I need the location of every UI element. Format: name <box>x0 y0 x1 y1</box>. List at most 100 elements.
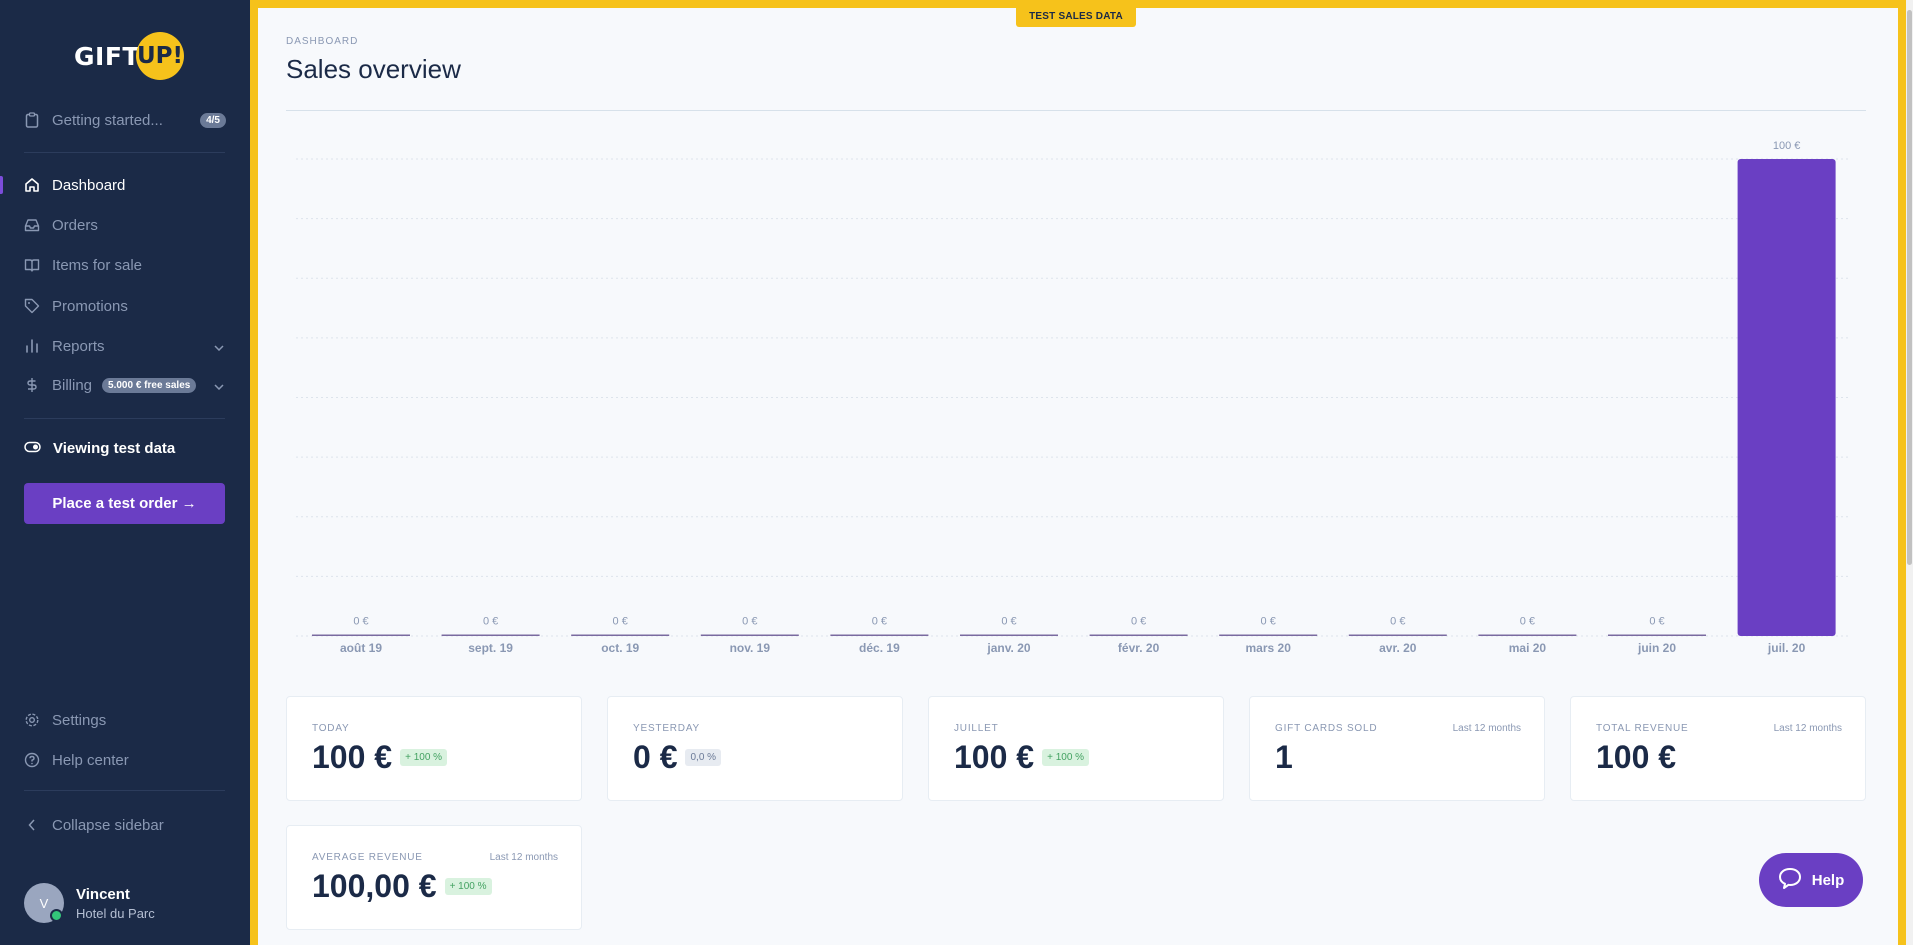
card-value: 100,00 € + 100 % <box>312 868 492 905</box>
dollar-icon <box>24 377 40 393</box>
x-tick-label: févr. 20 <box>1118 641 1160 655</box>
bar-value-label: 0 € <box>613 616 628 628</box>
sidebar-item-reports[interactable]: Reports <box>0 329 250 363</box>
card-value: 1 <box>1275 739 1293 776</box>
change-badge: + 100 % <box>400 749 448 766</box>
card-period: Last 12 months <box>489 852 558 863</box>
card-value-text: 0 € <box>633 739 678 775</box>
x-tick-label: déc. 19 <box>859 641 900 655</box>
sidebar: GIFT UP! Getting started... 4/5 Dashboar… <box>0 0 250 945</box>
toggle-icon <box>24 440 41 457</box>
card-value: 100 € <box>1596 739 1676 776</box>
card-value-text: 100,00 € <box>312 868 437 904</box>
sidebar-item-settings[interactable]: Settings <box>0 703 250 737</box>
logo-text: GIFT <box>74 41 140 71</box>
online-status-dot <box>50 909 63 922</box>
bar-value-label: 0 € <box>1261 616 1276 628</box>
chart-bar <box>1089 634 1188 636</box>
sidebar-item-orders[interactable]: Orders <box>0 208 250 242</box>
inbox-icon <box>24 217 40 233</box>
sidebar-item-dashboard[interactable]: Dashboard <box>0 168 250 202</box>
chart-bar <box>1608 634 1706 636</box>
x-tick-label: oct. 19 <box>601 641 639 655</box>
divider <box>24 152 225 153</box>
sidebar-item-label: Reports <box>52 337 105 355</box>
chart-bar <box>830 634 929 636</box>
x-tick-label: août 19 <box>340 641 382 655</box>
home-icon <box>24 177 40 193</box>
tag-icon <box>24 298 40 314</box>
sidebar-item-promotions[interactable]: Promotions <box>0 289 250 323</box>
sidebar-item-label: Getting started... <box>52 111 163 129</box>
x-tick-label: juin 20 <box>1637 641 1676 655</box>
x-tick-label: mars 20 <box>1246 641 1292 655</box>
free-sales-badge: 5.000 € free sales <box>102 377 197 393</box>
x-tick-label: juil. 20 <box>1767 641 1806 655</box>
chart-bar <box>1348 634 1447 636</box>
stat-card-average-revenue: AVERAGE REVENUE Last 12 months 100,00 € … <box>286 825 582 930</box>
progress-badge: 4/5 <box>200 112 226 128</box>
page-scrollbar[interactable] <box>1906 0 1913 945</box>
chat-bubble-icon <box>1778 867 1802 893</box>
sales-chart: 0 € août 19 0 € sept. 19 0 € oct. 19 0 € nov. 1… <box>296 140 1851 655</box>
chart-bar <box>1737 159 1836 636</box>
help-widget-button[interactable]: Help <box>1759 853 1863 907</box>
card-value-text: 100 € <box>312 739 393 775</box>
chart-bar <box>1219 634 1318 636</box>
card-value: 100 € + 100 % <box>312 739 448 776</box>
sidebar-item-billing[interactable]: Billing 5.000 € free sales <box>0 368 250 402</box>
stat-card-month: JUILLET 100 € + 100 % <box>928 696 1224 801</box>
bar-value-label: 0 € <box>1131 616 1146 628</box>
sidebar-item-label: Settings <box>52 711 107 729</box>
x-tick-label: janv. 20 <box>986 641 1030 655</box>
x-tick-label: nov. 19 <box>730 641 771 655</box>
sidebar-item-getting-started[interactable]: Getting started... 4/5 <box>0 103 250 137</box>
bar-value-label: 0 € <box>1001 616 1016 628</box>
card-label: GIFT CARDS SOLD <box>1275 723 1378 734</box>
sidebar-item-label: Orders <box>52 216 98 234</box>
chart-bar <box>1478 634 1577 636</box>
chevron-down-icon <box>214 377 224 394</box>
user-name: Vincent <box>76 885 130 903</box>
change-badge: + 100 % <box>444 878 492 895</box>
stat-card-gift-cards-sold: GIFT CARDS SOLD Last 12 months 1 <box>1249 696 1545 801</box>
bar-value-label: 0 € <box>742 616 757 628</box>
gift-up-logo[interactable]: GIFT UP! <box>74 32 184 80</box>
user-profile[interactable]: V Vincent Hotel du Parc <box>24 883 155 923</box>
breadcrumb: DASHBOARD <box>286 36 359 47</box>
bar-value-label: 0 € <box>872 616 887 628</box>
page-title: Sales overview <box>286 54 461 84</box>
sidebar-item-label: Help center <box>52 751 129 769</box>
sidebar-item-label: Dashboard <box>52 176 126 194</box>
card-label: AVERAGE REVENUE <box>312 852 423 863</box>
collapse-sidebar-button[interactable]: Collapse sidebar <box>0 808 250 842</box>
x-tick-label: mai 20 <box>1509 641 1547 655</box>
chart-bar <box>960 634 1058 636</box>
clipboard-icon <box>24 112 40 128</box>
viewing-test-data-label: Viewing test data <box>53 440 176 457</box>
scrollbar-thumb[interactable] <box>1907 10 1912 565</box>
x-tick-label: sept. 19 <box>468 641 513 655</box>
chart-bar <box>441 634 540 636</box>
chart-bar <box>312 634 410 636</box>
collapse-sidebar-label: Collapse sidebar <box>52 816 164 834</box>
chevron-down-icon <box>214 338 224 355</box>
chart-bar <box>571 634 670 636</box>
sidebar-item-help-center[interactable]: Help center <box>0 743 250 777</box>
user-organization: Hotel du Parc <box>76 905 155 921</box>
viewing-test-data-toggle[interactable]: Viewing test data <box>24 440 175 457</box>
change-badge: 0,0 % <box>685 749 722 766</box>
card-value-text: 1 <box>1275 739 1293 775</box>
card-period: Last 12 months <box>1773 723 1842 734</box>
place-test-order-button[interactable]: Place a test order → <box>24 483 225 524</box>
card-value-text: 100 € <box>954 739 1035 775</box>
stat-card-total-revenue: TOTAL REVENUE Last 12 months 100 € <box>1570 696 1866 801</box>
chart-bar <box>700 634 799 636</box>
sidebar-item-label: Billing <box>52 376 93 394</box>
divider <box>24 790 225 791</box>
avatar-initial: V <box>39 895 49 911</box>
sidebar-item-label: Promotions <box>52 297 128 315</box>
bar-chart-icon <box>24 338 40 354</box>
sidebar-item-items-for-sale[interactable]: Items for sale <box>0 248 250 282</box>
test-sales-data-badge: TEST SALES DATA <box>1016 6 1136 27</box>
